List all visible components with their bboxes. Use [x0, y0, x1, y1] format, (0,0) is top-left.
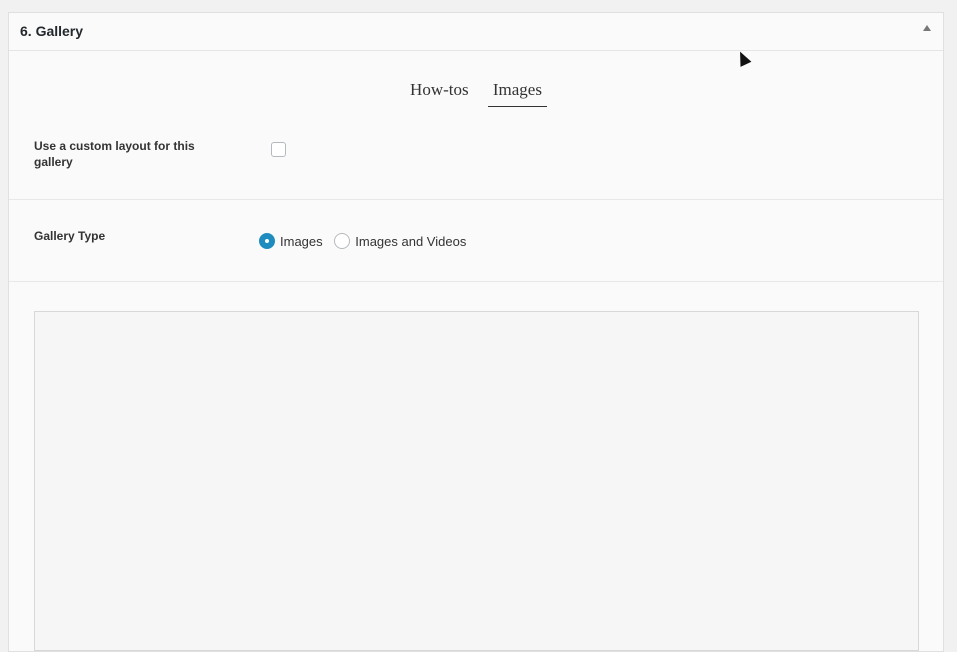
radio-images-label: Images: [280, 233, 323, 249]
gallery-type-label: Gallery Type: [34, 229, 106, 243]
custom-layout-checkbox[interactable]: [271, 142, 286, 157]
tab-images[interactable]: Images: [487, 80, 547, 107]
custom-layout-row: Use a custom layout for this gallery: [9, 123, 943, 200]
radio-option-images[interactable]: Images: [259, 233, 323, 249]
gallery-images-area[interactable]: [34, 311, 919, 651]
radio-images[interactable]: [259, 233, 275, 249]
collapse-arrow-icon[interactable]: [923, 25, 931, 31]
gallery-type-radio-group: Images Images and Videos: [259, 233, 474, 252]
tab-bar: How-tos Images: [9, 80, 943, 107]
panel-title: 6. Gallery: [20, 23, 84, 39]
gallery-panel: 6. Gallery How-tos Images Use a custom l…: [8, 12, 944, 652]
tab-how-tos[interactable]: How-tos: [405, 80, 474, 106]
radio-option-images-and-videos[interactable]: Images and Videos: [334, 233, 466, 249]
panel-header[interactable]: 6. Gallery: [9, 13, 943, 51]
gallery-type-row: Gallery Type Images Images and Videos: [9, 200, 943, 282]
radio-images-and-videos-label: Images and Videos: [355, 233, 467, 249]
custom-layout-label: Use a custom layout for this gallery: [34, 139, 195, 169]
radio-images-and-videos[interactable]: [334, 233, 351, 249]
